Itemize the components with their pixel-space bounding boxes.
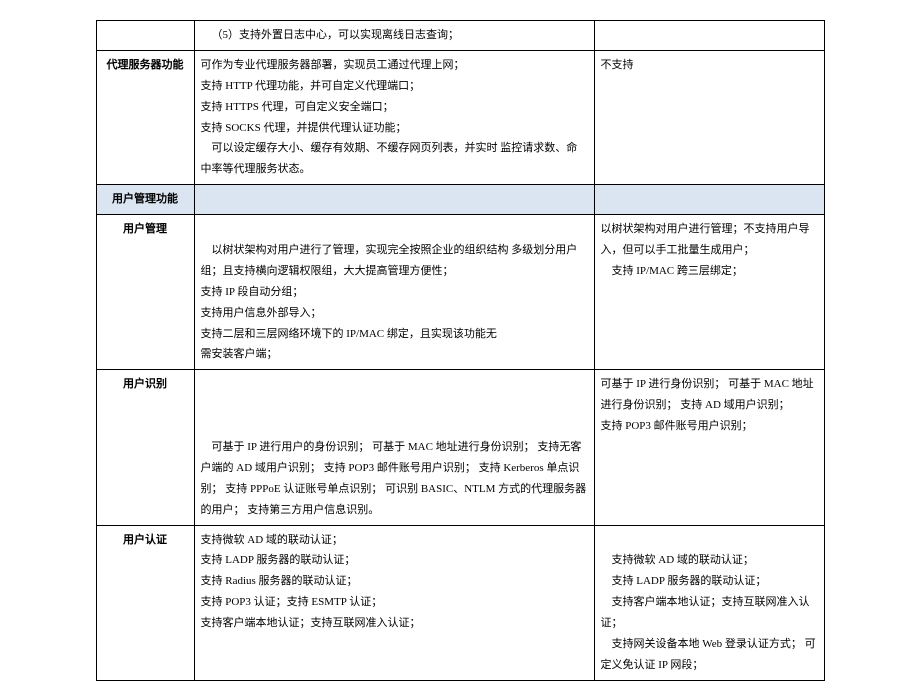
row-user-rec: 用户识别 可基于 IP 进行用户的身份识别； 可基于 MAC 地址进行身份识别；…	[96, 370, 824, 525]
cell-user-mgmt-desc: 以树状架构对用户进行了管理，实现完全按照企业的组织结构 多级划分用户组；且支持横…	[194, 215, 594, 370]
feature-comparison-table: （5）支持外置日志中心，可以实现离线日志查询； 代理服务器功能 可作为专业代理服…	[96, 20, 825, 681]
cell-proxy-label: 代理服务器功能	[96, 50, 194, 184]
cell-user-mgmt-label: 用户管理	[96, 215, 194, 370]
row-proxy: 代理服务器功能 可作为专业代理服务器部署，实现员工通过代理上网； 支持 HTTP…	[96, 50, 824, 184]
cell-section-empty2	[194, 185, 594, 215]
cell-user-rec-desc: 可基于 IP 进行用户的身份识别； 可基于 MAC 地址进行身份识别； 支持无客…	[194, 370, 594, 525]
row-user-mgmt: 用户管理 以树状架构对用户进行了管理，实现完全按照企业的组织结构 多级划分用户组…	[96, 215, 824, 370]
row-section-user: 用户管理功能	[96, 185, 824, 215]
cell-log-right	[594, 21, 824, 51]
cell-section-empty3	[594, 185, 824, 215]
cell-proxy-desc: 可作为专业代理服务器部署，实现员工通过代理上网； 支持 HTTP 代理功能，并可…	[194, 50, 594, 184]
cell-user-auth-right: 支持微软 AD 域的联动认证； 支持 LADP 服务器的联动认证； 支持客户端本…	[594, 525, 824, 680]
cell-user-auth-label: 用户认证	[96, 525, 194, 680]
cell-user-auth-desc: 支持微软 AD 域的联动认证； 支持 LADP 服务器的联动认证； 支持 Rad…	[194, 525, 594, 680]
cell-user-rec-label: 用户识别	[96, 370, 194, 525]
cell-log-desc: （5）支持外置日志中心，可以实现离线日志查询；	[194, 21, 594, 51]
cell-section-user-label: 用户管理功能	[96, 185, 194, 215]
row-log-center: （5）支持外置日志中心，可以实现离线日志查询；	[96, 21, 824, 51]
row-user-auth: 用户认证 支持微软 AD 域的联动认证； 支持 LADP 服务器的联动认证； 支…	[96, 525, 824, 680]
cell-proxy-right: 不支持	[594, 50, 824, 184]
cell-user-mgmt-right: 以树状架构对用户进行管理；不支持用户导入，但可以手工批量生成用户； 支持 IP/…	[594, 215, 824, 370]
cell-empty	[96, 21, 194, 51]
cell-user-rec-right: 可基于 IP 进行身份识别； 可基于 MAC 地址进行身份识别； 支持 AD 域…	[594, 370, 824, 525]
